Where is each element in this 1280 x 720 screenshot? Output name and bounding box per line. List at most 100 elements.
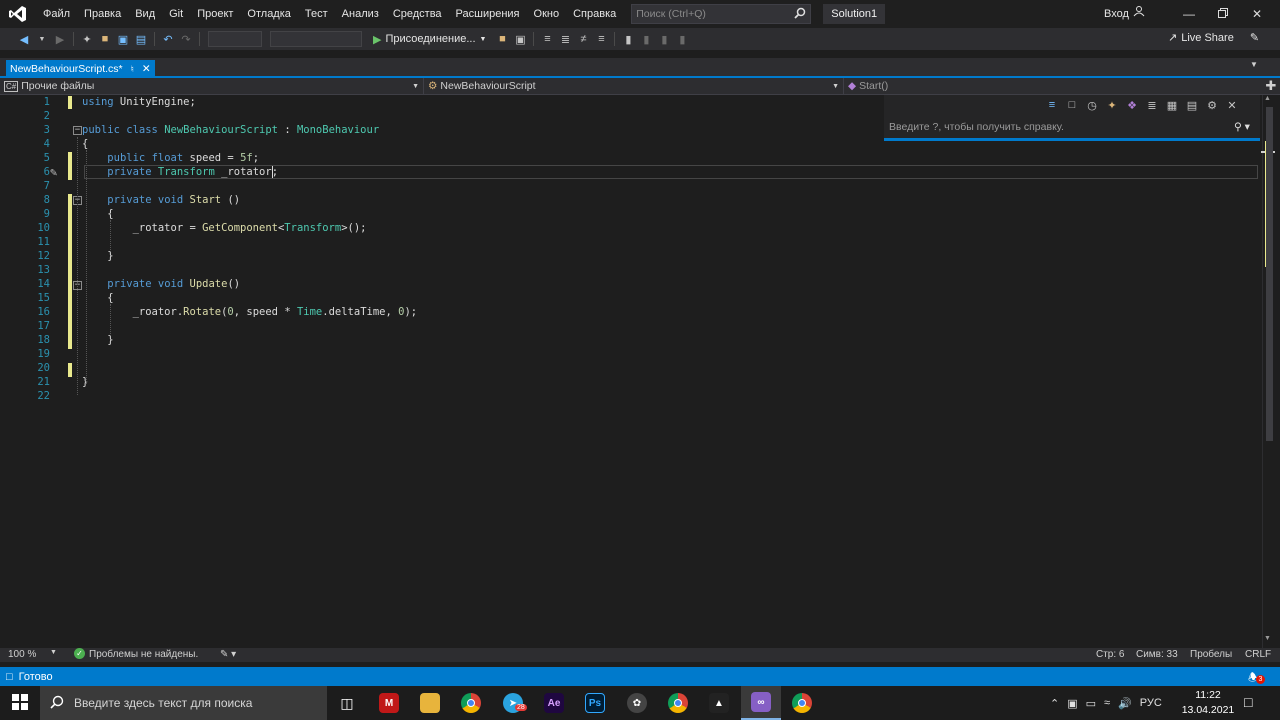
scroll-down-icon[interactable]: ▼ (1264, 635, 1272, 643)
volume-icon[interactable]: 🔊 (1118, 697, 1132, 710)
clock[interactable]: 11:22 13.04.2021 (1180, 688, 1236, 718)
forward-icon[interactable]: ▶ (52, 31, 68, 47)
line-endings[interactable]: CRLF (1245, 649, 1271, 660)
telegram-app[interactable]: ➤ 28 (493, 686, 533, 720)
save-all-icon[interactable]: ▤ (133, 31, 149, 47)
quick-actions-brush-icon[interactable]: ✎ (50, 165, 57, 179)
menu-debug[interactable]: Отладка (240, 0, 297, 28)
layout-icon[interactable]: ▤ (1184, 97, 1200, 113)
wifi-icon[interactable]: ≈ (1104, 697, 1110, 709)
input-language[interactable]: РУС (1140, 697, 1162, 709)
file-icon[interactable]: □ (1064, 97, 1080, 113)
feedback-icon[interactable]: ✎ (1250, 31, 1259, 44)
chrome-app[interactable] (451, 686, 491, 720)
vertical-scrollbar[interactable]: ▲ ▼ (1261, 95, 1275, 648)
photoshop-app[interactable]: Ps (575, 686, 615, 720)
save-icon[interactable]: ▣ (115, 31, 131, 47)
problems-status[interactable]: Проблемы не найдены. (89, 649, 198, 660)
menu-view[interactable]: Вид (128, 0, 162, 28)
new-project-icon[interactable]: ✦ (79, 31, 95, 47)
outdent-icon[interactable]: ≡ (593, 31, 609, 47)
code-line[interactable]: public float speed = 5f; (82, 151, 259, 165)
action-center-icon[interactable]: □ (1244, 694, 1252, 710)
chevron-up-icon[interactable]: ⌃ (1050, 697, 1059, 710)
code-line[interactable]: private void Start () (82, 193, 240, 207)
camera-icon[interactable]: ▣ (512, 31, 528, 47)
tab-new-behaviour-script[interactable]: NewBehaviourScript.cs* ♮ ✕ (6, 60, 155, 78)
menu-edit[interactable]: Правка (77, 0, 128, 28)
zoom-level[interactable]: 100 % (8, 649, 36, 660)
visual-studio-logo-icon[interactable] (4, 0, 32, 28)
live-share-button[interactable]: ↗ Live Share ✎ (1168, 31, 1259, 45)
code-line[interactable]: { (82, 137, 88, 151)
davinci-resolve-app[interactable]: ✿ (617, 686, 657, 720)
format-icon[interactable]: ≣ (557, 31, 573, 47)
menu-tools[interactable]: Средства (386, 0, 449, 28)
back-icon[interactable]: ◀ (16, 31, 32, 47)
menu-project[interactable]: Проект (190, 0, 240, 28)
network-status-icon[interactable]: ▣ (1067, 697, 1077, 710)
scroll-thumb[interactable] (1266, 107, 1273, 441)
dropdown-icon[interactable]: ▼ (34, 31, 50, 47)
split-editor-icon[interactable]: ✚ (1262, 78, 1280, 94)
actions-icon[interactable]: ✦ (1104, 97, 1120, 113)
chevron-down-icon[interactable]: ▼ (50, 649, 57, 656)
menu-file[interactable]: Файл (36, 0, 77, 28)
close-tab-icon[interactable]: ✕ (142, 63, 151, 75)
file-explorer-app[interactable] (410, 686, 450, 720)
code-line[interactable]: public class NewBehaviourScript : MonoBe… (82, 123, 379, 137)
menu-extensions[interactable]: Расширения (449, 0, 527, 28)
unity-app[interactable]: ▲ (699, 686, 739, 720)
scroll-up-icon[interactable]: ▲ (1264, 95, 1272, 103)
start-button[interactable] (0, 686, 40, 720)
clear-bookmark-icon[interactable]: ▮ (674, 31, 690, 47)
close-panel-icon[interactable]: ✕ (1224, 97, 1240, 113)
pin-icon[interactable]: ♮ (131, 64, 134, 75)
menu-test[interactable]: Тест (298, 0, 335, 28)
menu-analyze[interactable]: Анализ (335, 0, 386, 28)
visual-studio-app[interactable]: ∞ (741, 686, 781, 720)
platform-combo[interactable] (270, 31, 362, 47)
quick-launch-search[interactable]: Поиск (Ctrl+Q) (631, 4, 812, 24)
minimize-button[interactable]: — (1172, 0, 1206, 28)
search-icon[interactable]: ⚲ ▾ (1234, 117, 1250, 137)
indent-icon[interactable]: ≠ (575, 31, 591, 47)
menu-help[interactable]: Справка (566, 0, 623, 28)
class-combo[interactable]: ⚙ NewBehaviourScript ▼ (424, 78, 844, 94)
history-icon[interactable]: ◷ (1084, 97, 1100, 113)
battery-icon[interactable]: ▭ (1086, 697, 1096, 710)
open-folder-icon[interactable]: ■ (97, 31, 113, 47)
menu-window[interactable]: Окно (527, 0, 567, 28)
menu-git[interactable]: Git (162, 0, 190, 28)
folder-icon[interactable]: ■ (494, 31, 510, 47)
redo-icon[interactable]: ↷ (178, 31, 194, 47)
close-window-button[interactable]: ✕ (1240, 0, 1274, 28)
prev-bookmark-icon[interactable]: ▮ (638, 31, 654, 47)
step-icon[interactable]: ≡ (539, 31, 555, 47)
task-view-button[interactable]: ◫ (327, 686, 367, 720)
code-editor[interactable]: 1 2 3 4 5 6 7 8 9 10 11 12 13 14 15 16 17 18 19 20 21 22 usin… (0, 95, 1262, 648)
code-line[interactable]: using UnityEngine; (82, 95, 196, 109)
help-search-input[interactable]: Введите ?, чтобы получить справку. ⚲ ▾ (884, 117, 1260, 137)
extension-icon[interactable]: ❖ (1124, 97, 1140, 113)
member-combo[interactable]: ◆ Start() (844, 78, 1264, 94)
sign-in-button[interactable]: Вход (1104, 0, 1145, 28)
undo-icon[interactable]: ↶ (160, 31, 176, 47)
code-line[interactable]: _rotator = GetComponent<Transform>(); (82, 221, 367, 235)
configuration-combo[interactable] (208, 31, 262, 47)
chrome-app-3[interactable] (782, 686, 822, 720)
project-combo[interactable]: C# Прочие файлы ▼ (0, 78, 424, 94)
next-bookmark-icon[interactable]: ▮ (656, 31, 672, 47)
gear-icon[interactable]: ⚙ (1204, 97, 1220, 113)
code-line[interactable]: private void Update() (82, 277, 240, 291)
code-cleanup-icon[interactable]: ✎ ▾ (220, 649, 236, 660)
collapse-toggle[interactable]: − (73, 126, 82, 135)
whitespace-mode[interactable]: Пробелы (1190, 649, 1232, 660)
window-icon[interactable]: ▦ (1164, 97, 1180, 113)
code-line[interactable]: _roator.Rotate(0, speed * Time.deltaTime… (82, 305, 418, 319)
maximize-button[interactable] (1206, 0, 1240, 28)
after-effects-app[interactable]: Ae (534, 686, 574, 720)
bookmark-icon[interactable]: ▮ (620, 31, 636, 47)
list-icon[interactable]: ≡ (1044, 97, 1060, 113)
mcafee-app[interactable]: M (369, 686, 409, 720)
